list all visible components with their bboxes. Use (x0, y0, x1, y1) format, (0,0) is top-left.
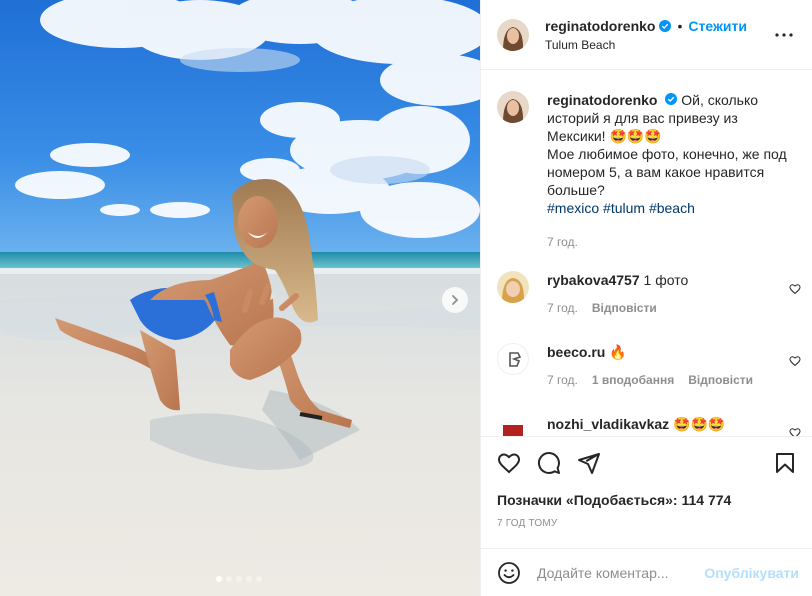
caption-text-line2: Мое любимое фото, конечно, же под номеро… (547, 146, 787, 198)
header-text: reginatodorenko • Стежити Tulum Beach (545, 18, 747, 52)
comment-input[interactable] (537, 564, 701, 581)
carousel-dot (236, 576, 242, 582)
carousel-dot (246, 576, 252, 582)
beach-photo (0, 0, 480, 596)
add-comment-bar: Опублікувати (481, 548, 812, 596)
comment-time[interactable]: 7 год. (547, 299, 578, 317)
comment-item: rybakova4757 1 фото 7 год. Відповісти (497, 271, 793, 317)
comment-item: beeco.ru 🔥 7 год. 1 вподобання Відповіст… (497, 343, 793, 389)
more-options-icon (775, 33, 793, 37)
comment-text: 1 фото (643, 272, 689, 288)
comment-like-heart-icon[interactable] (789, 427, 801, 436)
comment-username[interactable]: beeco.ru (547, 344, 605, 360)
emoji-smile-icon[interactable] (497, 561, 521, 585)
commenter-avatar[interactable] (497, 343, 529, 375)
comment-like-heart-icon[interactable] (789, 283, 801, 295)
carousel-dot (226, 576, 232, 582)
commenter-avatar[interactable] (497, 271, 529, 303)
publish-button[interactable]: Опублікувати (704, 565, 799, 581)
bookmark-icon[interactable] (773, 451, 797, 475)
comment-like-heart-icon[interactable] (789, 355, 801, 367)
carousel-dot-active (216, 576, 222, 582)
comment-time[interactable]: 7 год. (547, 371, 578, 389)
commenter-avatar[interactable] (497, 415, 529, 436)
instagram-post: reginatodorenko • Стежити Tulum Beach re… (0, 0, 812, 596)
comment-likes-count[interactable]: 1 вподобання (592, 371, 674, 389)
carousel-indicator (216, 576, 262, 582)
author-username[interactable]: reginatodorenko (545, 18, 655, 34)
comment-icon[interactable] (537, 451, 561, 475)
comment-text: 🔥 (609, 344, 627, 360)
hashtag-link[interactable]: #beach (649, 200, 695, 216)
reply-button[interactable]: Відповісти (592, 299, 657, 317)
verified-badge-icon (665, 93, 678, 105)
more-options-button[interactable] (774, 25, 794, 45)
caption-hashtags: #mexico #tulum #beach (547, 199, 793, 217)
likes-count[interactable]: Позначки «Подобається»: 114 774 (497, 492, 731, 508)
caption-time[interactable]: 7 год. (547, 233, 578, 251)
follow-button[interactable]: Стежити (688, 18, 747, 34)
header-separator: • (677, 17, 683, 34)
hashtag-link[interactable]: #mexico (547, 200, 599, 216)
post-header: reginatodorenko • Стежити Tulum Beach (481, 0, 812, 70)
share-icon[interactable] (577, 451, 601, 475)
action-icons (497, 451, 797, 477)
post-location[interactable]: Tulum Beach (545, 38, 747, 52)
post-side-panel: reginatodorenko • Стежити Tulum Beach re… (480, 0, 812, 596)
author-avatar[interactable] (497, 91, 529, 123)
comment-text: 🤩🤩🤩 (673, 416, 726, 432)
post-media (0, 0, 480, 596)
chevron-right-icon (452, 295, 459, 305)
comment-username[interactable]: nozhi_vladikavkaz (547, 416, 669, 432)
comments-list[interactable]: reginatodorenko Ой, сколько историй я дл… (481, 71, 812, 436)
comment-item: nozhi_vladikavkaz 🤩🤩🤩 (497, 415, 793, 436)
comment-username[interactable]: rybakova4757 (547, 272, 640, 288)
post-timestamp[interactable]: 7 ГОД ТОМУ (497, 518, 557, 529)
carousel-dot (256, 576, 262, 582)
verified-badge-icon (659, 19, 672, 32)
author-avatar[interactable] (497, 18, 529, 51)
post-caption: reginatodorenko Ой, сколько историй я дл… (497, 91, 793, 251)
post-actions: Позначки «Подобається»: 114 774 7 ГОД ТО… (481, 436, 812, 548)
hashtag-link[interactable]: #tulum (603, 200, 645, 216)
caption-username[interactable]: reginatodorenko (547, 92, 657, 108)
heart-icon[interactable] (497, 451, 521, 475)
caption-emojis: 🤩🤩🤩 (609, 128, 662, 144)
reply-button[interactable]: Відповісти (688, 371, 753, 389)
carousel-next-button[interactable] (442, 287, 468, 313)
